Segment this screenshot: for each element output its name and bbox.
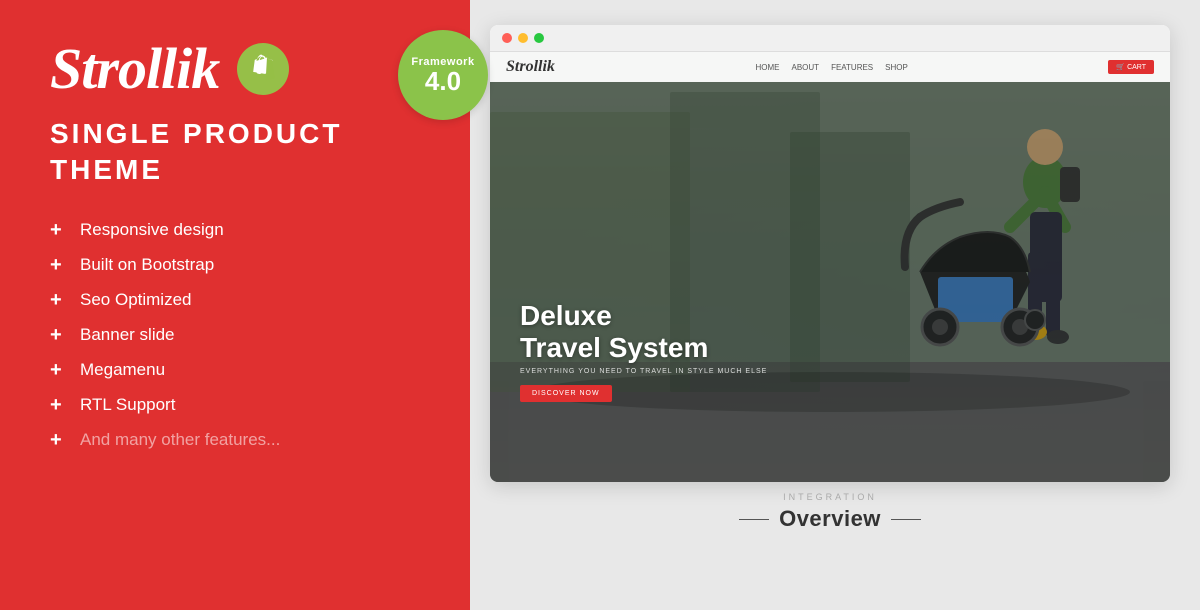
hero-scene-svg xyxy=(490,52,1170,482)
browser-dot-yellow xyxy=(518,33,528,43)
feature-text: Banner slide xyxy=(80,325,175,345)
overview-title: Overview xyxy=(779,506,881,532)
plus-icon: + xyxy=(50,289,66,312)
plus-icon: + xyxy=(50,254,66,277)
list-item: + Built on Bootstrap xyxy=(50,254,420,277)
plus-icon: + xyxy=(50,429,66,452)
plus-icon: + xyxy=(50,219,66,242)
nav-links: HOME ABOUT FEATURES SHOP xyxy=(756,63,908,72)
title-line-right xyxy=(891,519,921,520)
framework-badge: Framework 4.0 xyxy=(398,30,488,120)
browser-dot-red xyxy=(502,33,512,43)
tagline: SINGLE PRODUCT THEME xyxy=(50,116,420,189)
brand-row: Strollik xyxy=(50,40,420,98)
nav-link: SHOP xyxy=(885,63,908,72)
shopify-badge xyxy=(237,43,289,95)
browser-content: Strollik HOME ABOUT FEATURES SHOP 🛒 CART… xyxy=(490,52,1170,482)
list-item: + Megamenu xyxy=(50,359,420,382)
plus-icon: + xyxy=(50,394,66,417)
nav-link: FEATURES xyxy=(831,63,873,72)
cart-button[interactable]: 🛒 CART xyxy=(1108,60,1154,74)
list-item: + And many other features... xyxy=(50,429,420,452)
feature-text: RTL Support xyxy=(80,395,175,415)
right-panel: Strollik HOME ABOUT FEATURES SHOP 🛒 CART… xyxy=(470,0,1200,610)
page-wrapper: Framework 4.0 Strollik SINGLE PRODUCT TH… xyxy=(0,0,1200,610)
integration-label: INTEGRATION xyxy=(739,492,921,502)
plus-icon: + xyxy=(50,359,66,382)
overview-title-row: Overview xyxy=(739,506,921,532)
overview-section: INTEGRATION Overview xyxy=(739,492,921,532)
shopify-icon xyxy=(248,54,278,84)
hero-text-block: DeluxeTravel System EVERYTHING YOU NEED … xyxy=(520,300,767,402)
list-item: + Responsive design xyxy=(50,219,420,242)
list-item: + Banner slide xyxy=(50,324,420,347)
site-brand: Strollik xyxy=(506,58,555,76)
hero-cta-button[interactable]: DISCOVER NOW xyxy=(520,385,612,402)
feature-text: Responsive design xyxy=(80,220,224,240)
feature-text: And many other features... xyxy=(80,430,280,450)
nav-link: ABOUT xyxy=(792,63,820,72)
title-line-left xyxy=(739,519,769,520)
plus-icon: + xyxy=(50,324,66,347)
features-list: + Responsive design + Built on Bootstrap… xyxy=(50,219,420,452)
feature-text: Megamenu xyxy=(80,360,165,380)
list-item: + RTL Support xyxy=(50,394,420,417)
nav-link: HOME xyxy=(756,63,780,72)
brand-name: Strollik xyxy=(50,40,219,98)
left-panel: Framework 4.0 Strollik SINGLE PRODUCT TH… xyxy=(0,0,470,610)
site-nav: Strollik HOME ABOUT FEATURES SHOP 🛒 CART xyxy=(490,52,1170,82)
list-item: + Seo Optimized xyxy=(50,289,420,312)
feature-text: Seo Optimized xyxy=(80,290,192,310)
feature-text: Built on Bootstrap xyxy=(80,255,214,275)
hero-title: DeluxeTravel System xyxy=(520,300,767,364)
browser-dot-green xyxy=(534,33,544,43)
hero-subtitle: EVERYTHING YOU NEED TO TRAVEL IN STYLE M… xyxy=(520,368,767,375)
browser-bar xyxy=(490,25,1170,52)
browser-window: Strollik HOME ABOUT FEATURES SHOP 🛒 CART… xyxy=(490,25,1170,482)
framework-version: 4.0 xyxy=(425,68,461,94)
